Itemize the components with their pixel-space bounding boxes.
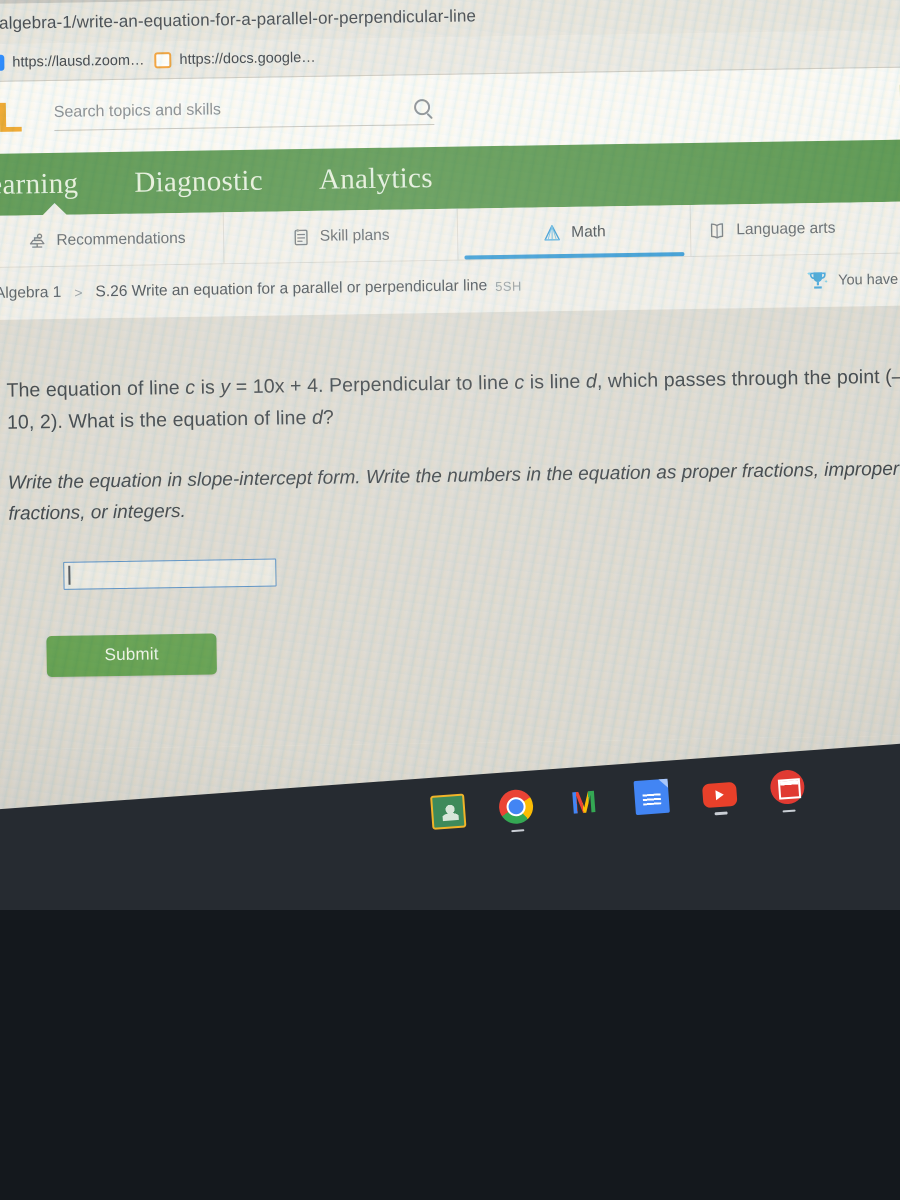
shelf-app-icons[interactable]: M bbox=[430, 768, 806, 833]
submit-button[interactable]: Submit bbox=[46, 633, 217, 677]
question-prompt-seg-6: ? bbox=[322, 406, 335, 429]
tab-language-arts[interactable]: Language arts bbox=[691, 201, 900, 256]
question-prompt-seg-3: = 10x + 4. Perpendicular to line bbox=[230, 371, 515, 399]
tab-skill-plans-label: Skill plans bbox=[319, 226, 390, 245]
line-label-c-1: c bbox=[185, 376, 196, 399]
zoom-icon bbox=[0, 54, 5, 71]
tab-math-label: Math bbox=[571, 222, 606, 241]
nav-item-analytics[interactable]: Analytics bbox=[319, 162, 433, 197]
answer-input[interactable] bbox=[63, 558, 277, 590]
tab-recommendations[interactable]: Recommendations bbox=[0, 212, 225, 267]
gmail-icon-glyph: M bbox=[569, 783, 599, 821]
ixl-logo[interactable]: XL bbox=[0, 93, 20, 141]
text-cursor-icon bbox=[68, 565, 71, 585]
line-label-c-2: c bbox=[514, 371, 525, 394]
screencastify-icon[interactable] bbox=[769, 768, 806, 813]
browser-chrome: ≡≡■IXL●▶▬≡●≡S≡GIXLy!□≡IXLMM□≡≡ h/algebra… bbox=[0, 0, 900, 82]
tab-skill-plans[interactable]: Skill plans bbox=[223, 208, 458, 264]
bookmark-label: https://lausd.zoom… bbox=[12, 52, 145, 71]
app-running-indicator bbox=[579, 824, 592, 827]
bookmark-item[interactable]: https://lausd.zoom… bbox=[0, 52, 145, 71]
photo-of-laptop-screen: ≡≡■IXL●▶▬≡●≡S≡GIXLy!□≡IXLMM□≡≡ h/algebra… bbox=[0, 0, 900, 1200]
question-prompt-seg-4: is line bbox=[524, 370, 587, 394]
gmail-icon[interactable]: M bbox=[566, 783, 602, 821]
pyramid-icon bbox=[544, 224, 561, 241]
search-input[interactable] bbox=[53, 98, 384, 122]
question-prompt-seg-2: is bbox=[194, 376, 221, 399]
breadcrumb-separator-icon: > bbox=[74, 284, 83, 301]
question-prompt: The equation of line c is y = 10x + 4. P… bbox=[6, 361, 900, 439]
open-book-icon bbox=[711, 222, 724, 239]
breadcrumb-skill: S.26 Write an equation for a parallel or… bbox=[95, 277, 488, 301]
app-running-indicator bbox=[511, 828, 525, 833]
question-instructions: Write the equation in slope-intercept fo… bbox=[7, 458, 900, 525]
laptop-bezel-bottom bbox=[0, 910, 900, 1200]
nav-item-learning[interactable]: Learning bbox=[0, 167, 79, 202]
prizes-badge[interactable]: You have prizes bbox=[805, 266, 900, 294]
google-chrome-icon[interactable] bbox=[497, 788, 535, 833]
podium-icon bbox=[30, 233, 45, 248]
google-docs-icon[interactable] bbox=[633, 778, 670, 816]
docs-icon bbox=[154, 51, 172, 68]
tab-math[interactable]: Math bbox=[457, 204, 692, 260]
clipboard-icon bbox=[294, 228, 308, 245]
breadcrumb-skill-code: 5SH bbox=[495, 278, 522, 294]
question-area: The equation of line c is y = 10x + 4. P… bbox=[0, 305, 900, 750]
address-bar-url: h/algebra-1/write-an-equation-for-a-para… bbox=[0, 6, 477, 34]
bookmark-item[interactable]: https://docs.google… bbox=[154, 49, 316, 68]
bookmark-label: https://docs.google… bbox=[179, 49, 316, 68]
tab-language-arts-label: Language arts bbox=[736, 219, 836, 238]
trophy-icon bbox=[807, 271, 829, 289]
search-box[interactable] bbox=[53, 97, 435, 131]
app-running-indicator bbox=[714, 811, 728, 815]
line-label-d-2: d bbox=[311, 406, 324, 429]
youtube-icon[interactable] bbox=[701, 781, 738, 815]
variable-y: y bbox=[220, 376, 231, 399]
breadcrumb-course[interactable]: Algebra 1 bbox=[0, 284, 61, 303]
app-running-indicator bbox=[782, 809, 796, 813]
nav-item-diagnostic[interactable]: Diagnostic bbox=[134, 164, 263, 199]
google-classroom-icon[interactable] bbox=[430, 793, 467, 830]
search-icon[interactable] bbox=[413, 98, 430, 115]
tab-recommendations-label: Recommendations bbox=[56, 229, 186, 249]
question-prompt-seg-1: The equation of line bbox=[6, 376, 186, 402]
laptop-screen: ≡≡■IXL●▶▬≡●≡S≡GIXLy!□≡IXLMM□≡≡ h/algebra… bbox=[0, 0, 900, 878]
prizes-label: You have prizes bbox=[838, 271, 900, 289]
